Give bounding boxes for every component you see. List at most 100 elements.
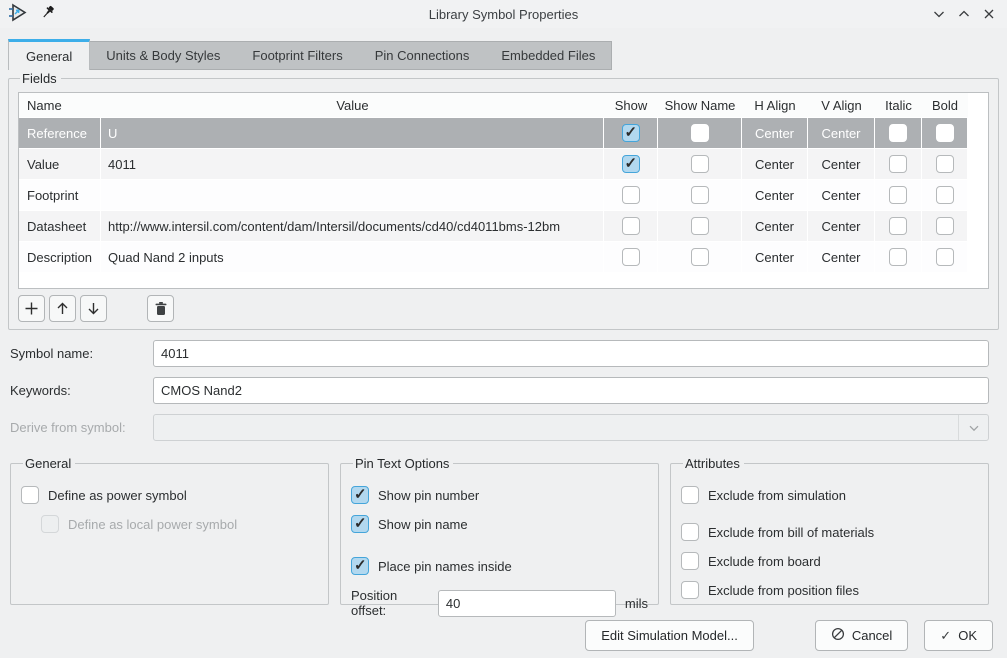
tab-pin-connections[interactable]: Pin Connections	[359, 42, 486, 69]
show-checkbox[interactable]	[622, 124, 640, 142]
checkbox-label[interactable]: Show pin name	[378, 517, 468, 532]
tab-units-body-styles[interactable]: Units & Body Styles	[90, 42, 236, 69]
field-name-cell[interactable]: Reference	[19, 118, 101, 149]
tab-embedded-files[interactable]: Embedded Files	[485, 42, 611, 69]
tab-label: Footprint Filters	[252, 48, 342, 63]
show-name-checkbox[interactable]	[691, 217, 709, 235]
checkbox-label[interactable]: Exclude from board	[708, 554, 821, 569]
button-label: OK	[958, 628, 977, 643]
checkbox-label[interactable]: Exclude from position files	[708, 583, 859, 598]
italic-checkbox[interactable]	[889, 124, 907, 142]
symbol-name-row: Symbol name:	[10, 340, 989, 367]
derive-from-symbol-row: Derive from symbol:	[10, 414, 989, 441]
exclude-from-position-files-checkbox[interactable]	[681, 581, 699, 599]
field-name-cell[interactable]: Footprint	[19, 180, 101, 211]
table-row-datasheet[interactable]: Datasheet http://www.intersil.com/conten…	[19, 211, 988, 242]
tab-footprint-filters[interactable]: Footprint Filters	[236, 42, 358, 69]
show-name-checkbox[interactable]	[691, 248, 709, 266]
exclude-from-board-checkbox[interactable]	[681, 552, 699, 570]
button-label: Edit Simulation Model...	[601, 628, 738, 643]
show-pin-number-checkbox[interactable]	[351, 486, 369, 504]
general-groupbox: General Define as power symbol Define as…	[10, 456, 329, 605]
exclude-from-board-option: Exclude from board	[681, 552, 978, 570]
place-pin-names-inside-checkbox[interactable]	[351, 557, 369, 575]
v-align-cell[interactable]: Center	[808, 211, 875, 242]
v-align-cell[interactable]: Center	[808, 149, 875, 180]
field-value-cell[interactable]: Quad Nand 2 inputs	[101, 242, 604, 273]
h-align-cell[interactable]: Center	[742, 118, 808, 149]
checkbox-label[interactable]: Place pin names inside	[378, 559, 512, 574]
v-align-cell[interactable]: Center	[808, 118, 875, 149]
italic-checkbox[interactable]	[889, 248, 907, 266]
attributes-group-label: Attributes	[683, 456, 744, 471]
field-value-cell[interactable]: 4011	[101, 149, 604, 180]
exclude-from-position-files-option: Exclude from position files	[681, 581, 978, 599]
define-local-power-symbol-option: Define as local power symbol	[41, 515, 318, 533]
cancel-button[interactable]: Cancel	[815, 620, 908, 651]
position-offset-input[interactable]	[438, 590, 616, 617]
col-header-show-name: Show Name	[658, 93, 742, 118]
edit-simulation-model-button[interactable]: Edit Simulation Model...	[585, 620, 754, 651]
shade-chevron-up-icon[interactable]	[958, 8, 970, 20]
table-row-value[interactable]: Value 4011 Center Center	[19, 149, 988, 180]
pin-icon[interactable]	[41, 5, 56, 23]
field-value-cell[interactable]: U	[101, 118, 604, 149]
show-checkbox[interactable]	[622, 248, 640, 266]
fields-group-label: Fields	[20, 71, 61, 86]
h-align-cell[interactable]: Center	[742, 242, 808, 273]
table-row-description[interactable]: Description Quad Nand 2 inputs Center Ce…	[19, 242, 988, 273]
symbol-editor-app-icon	[8, 3, 29, 25]
keywords-input[interactable]	[153, 377, 989, 404]
table-row-reference[interactable]: Reference U Center Center	[19, 118, 988, 149]
italic-checkbox[interactable]	[889, 186, 907, 204]
close-icon[interactable]	[983, 8, 995, 20]
field-name-cell[interactable]: Value	[19, 149, 101, 180]
checkbox-label[interactable]: Show pin number	[378, 488, 479, 503]
checkbox-label[interactable]: Exclude from bill of materials	[708, 525, 874, 540]
move-down-button[interactable]	[80, 295, 107, 322]
add-field-button[interactable]	[18, 295, 45, 322]
h-align-cell[interactable]: Center	[742, 149, 808, 180]
define-power-symbol-checkbox[interactable]	[21, 486, 39, 504]
tab-label: Pin Connections	[375, 48, 470, 63]
show-pin-name-checkbox[interactable]	[351, 515, 369, 533]
delete-field-button[interactable]	[147, 295, 174, 322]
checkbox-label[interactable]: Exclude from simulation	[708, 488, 846, 503]
derive-from-symbol-combobox	[153, 414, 989, 441]
titlebar: Library Symbol Properties	[0, 0, 1007, 28]
ok-button[interactable]: ✓ OK	[924, 620, 993, 651]
field-value-cell[interactable]	[101, 180, 604, 211]
attributes-groupbox: Attributes Exclude from simulation Exclu…	[670, 456, 989, 605]
table-row-footprint[interactable]: Footprint Center Center	[19, 180, 988, 211]
field-value-cell[interactable]: http://www.intersil.com/content/dam/Inte…	[101, 211, 604, 242]
general-group-label: General	[23, 456, 75, 471]
checkbox-label[interactable]: Define as power symbol	[48, 488, 187, 503]
show-name-checkbox[interactable]	[691, 186, 709, 204]
bold-checkbox[interactable]	[936, 217, 954, 235]
inactive-tab-strip: Units & Body Styles Footprint Filters Pi…	[90, 41, 612, 70]
shade-chevron-down-icon[interactable]	[933, 8, 945, 20]
field-name-cell[interactable]: Description	[19, 242, 101, 273]
tab-label: Units & Body Styles	[106, 48, 220, 63]
show-checkbox[interactable]	[622, 155, 640, 173]
show-name-checkbox[interactable]	[691, 124, 709, 142]
bold-checkbox[interactable]	[936, 248, 954, 266]
h-align-cell[interactable]: Center	[742, 180, 808, 211]
symbol-name-input[interactable]	[153, 340, 989, 367]
field-name-cell[interactable]: Datasheet	[19, 211, 101, 242]
move-up-button[interactable]	[49, 295, 76, 322]
v-align-cell[interactable]: Center	[808, 180, 875, 211]
show-checkbox[interactable]	[622, 217, 640, 235]
bold-checkbox[interactable]	[936, 124, 954, 142]
exclude-from-bom-checkbox[interactable]	[681, 523, 699, 541]
tab-general[interactable]: General	[8, 39, 90, 70]
h-align-cell[interactable]: Center	[742, 211, 808, 242]
v-align-cell[interactable]: Center	[808, 242, 875, 273]
show-name-checkbox[interactable]	[691, 155, 709, 173]
italic-checkbox[interactable]	[889, 217, 907, 235]
exclude-from-simulation-checkbox[interactable]	[681, 486, 699, 504]
bold-checkbox[interactable]	[936, 155, 954, 173]
italic-checkbox[interactable]	[889, 155, 907, 173]
show-checkbox[interactable]	[622, 186, 640, 204]
bold-checkbox[interactable]	[936, 186, 954, 204]
